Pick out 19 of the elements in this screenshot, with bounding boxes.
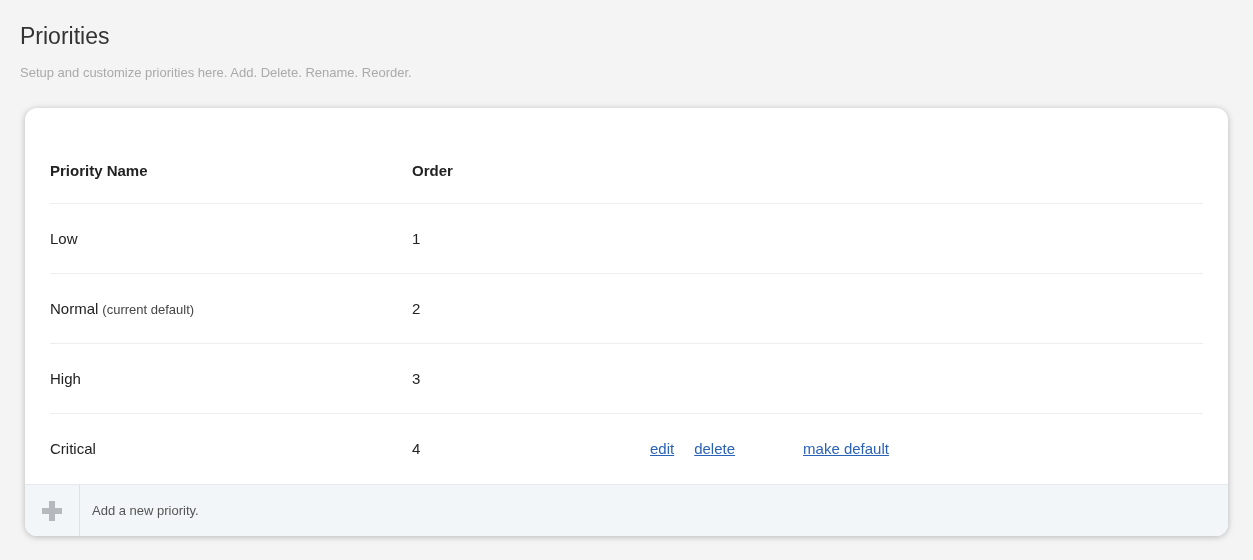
default-note: (current default) — [102, 300, 195, 319]
priority-name: Critical — [50, 439, 96, 459]
add-priority-bar[interactable]: Add a new priority. — [25, 484, 1228, 537]
delete-link[interactable]: delete — [694, 438, 736, 461]
make-default-link[interactable]: make default — [803, 438, 889, 461]
order-cell: 1 — [412, 229, 421, 247]
priority-name: Low — [50, 228, 78, 249]
edit-link[interactable]: edit — [650, 438, 675, 461]
priority-name: High — [50, 368, 81, 389]
order-cell: 3 — [412, 369, 421, 387]
add-priority-label: Add a new priority. — [92, 502, 199, 520]
plus-icon — [42, 500, 62, 521]
column-header: Priority Name — [50, 161, 148, 179]
page-subtitle: Setup and customize priorities here. Add. Delete. Rename. Reorder. — [20, 63, 412, 82]
page-title: Priorities — [20, 22, 110, 51]
column-header: Order — [412, 161, 453, 179]
order-cell: 4 — [412, 440, 421, 457]
order-cell: 2 — [412, 299, 421, 317]
priority-name: Normal — [50, 298, 99, 319]
